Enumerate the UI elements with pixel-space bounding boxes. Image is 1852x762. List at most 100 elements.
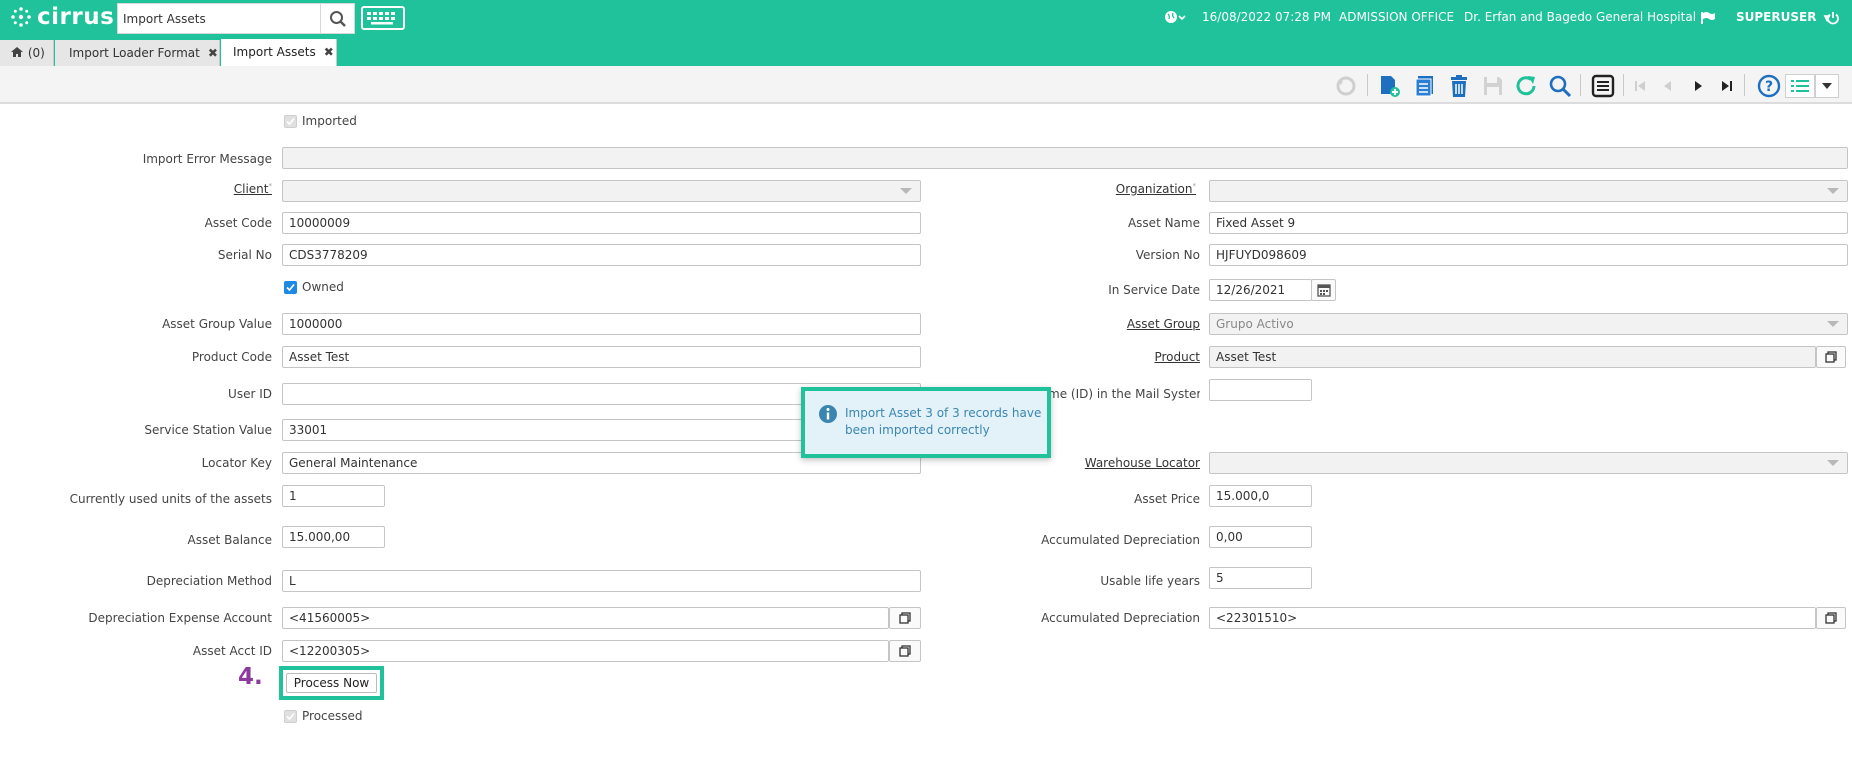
warehouse-locator-select[interactable] (1209, 452, 1848, 474)
asset-group-select[interactable]: Grupo Activo (1209, 313, 1848, 335)
asset-balance-field[interactable]: 15.000,00 (282, 526, 385, 548)
delete-button[interactable] (1447, 74, 1471, 98)
version-no-field[interactable]: HJFUYD098609 (1209, 244, 1848, 266)
flag-icon (1701, 11, 1715, 24)
dropdown-icon (1822, 83, 1832, 89)
help-button[interactable]: ? (1757, 74, 1781, 98)
user-menu[interactable]: SUPERUSER ▼ (1736, 0, 1831, 34)
mail-name-field[interactable] (1209, 379, 1312, 401)
asset-balance-label: Asset Balance (187, 533, 272, 547)
processed-checkbox[interactable]: Processed (284, 709, 363, 723)
product-code-field[interactable]: Asset Test (282, 346, 921, 368)
copy-record-button[interactable] (1413, 74, 1437, 98)
tab-home-label: (0) (27, 46, 45, 60)
asset-code-field[interactable]: 10000009 (282, 212, 921, 234)
find-button[interactable] (1548, 74, 1572, 98)
tab-bar: (0) Import Loader Format ✖ Import Assets ✖ (0, 34, 1852, 67)
asset-name-field[interactable]: Fixed Asset 9 (1209, 212, 1848, 234)
refresh-button[interactable] (1514, 74, 1538, 98)
dep-method-field[interactable]: L (282, 570, 921, 592)
global-search (117, 3, 355, 34)
chevron-down-icon (1827, 188, 1839, 194)
cirrus-logo-icon (11, 7, 31, 27)
accum-dep-acct-field[interactable]: <22301510> (1209, 607, 1816, 629)
copy-icon (899, 645, 911, 657)
imported-checkbox[interactable]: Imported (284, 114, 357, 128)
previous-record-icon (1664, 81, 1671, 91)
chevron-down-icon (1827, 321, 1839, 327)
grid-toggle-button[interactable] (1591, 74, 1615, 98)
undo-button[interactable] (1334, 74, 1358, 98)
organization-select[interactable] (1209, 180, 1848, 202)
tab-import-loader-format[interactable]: Import Loader Format ✖ (55, 40, 220, 66)
units-used-label: Currently used units of the assets (69, 492, 272, 506)
chevron-down-icon (1827, 460, 1839, 466)
first-record-button[interactable] (1628, 74, 1652, 98)
menu-dropdown-button[interactable] (1815, 74, 1839, 98)
asset-group-value-label: Asset Group Value (162, 317, 272, 331)
hospital-text[interactable]: Dr. Erfan and Bagedo General Hospital (1464, 0, 1696, 34)
last-record-button[interactable] (1715, 74, 1739, 98)
asset-acct-field[interactable]: <12200305> (282, 640, 889, 662)
serial-no-field[interactable]: CDS3778209 (282, 244, 921, 266)
owned-checkbox[interactable]: Owned (284, 280, 344, 294)
save-icon (1484, 77, 1502, 95)
keyboard-icon (367, 12, 395, 25)
units-used-field[interactable]: 1 (282, 485, 385, 507)
calendar-button[interactable] (1311, 279, 1336, 301)
mail-name-label: me (ID) in the Mail System (1048, 387, 1200, 401)
datetime-text: 16/08/2022 07:28 PM (1202, 10, 1331, 24)
tab-label: Import Loader Format (69, 46, 200, 60)
tab-import-assets[interactable]: Import Assets ✖ (221, 39, 337, 67)
tab-label: Import Assets (233, 45, 316, 59)
asset-group-value-field[interactable]: 1000000 (282, 313, 921, 335)
product-lookup-button[interactable] (1816, 346, 1846, 368)
logout-button[interactable] (1826, 0, 1840, 34)
asset-price-field[interactable]: 15.000,0 (1209, 485, 1312, 507)
close-icon[interactable]: ✖ (208, 46, 218, 60)
new-record-button[interactable] (1377, 74, 1401, 98)
dep-expense-field[interactable]: <41560005> (282, 607, 889, 629)
accum-dep-field[interactable]: 0,00 (1209, 526, 1312, 548)
office-text[interactable]: ADMISSION OFFICE (1339, 0, 1454, 34)
process-now-button[interactable]: Process Now (286, 673, 377, 693)
next-record-button[interactable] (1686, 74, 1710, 98)
asset-acct-lookup-button[interactable] (889, 640, 921, 662)
close-icon[interactable]: ✖ (324, 45, 334, 59)
globe-icon (1165, 11, 1186, 23)
client-select[interactable] (282, 180, 921, 202)
logo-text: cirrus (37, 4, 115, 30)
cirrus-logo[interactable]: cirrus (9, 3, 114, 31)
accum-dep-acct-label: Accumulated Depreciation (1041, 611, 1200, 625)
menu-list-icon (1791, 80, 1809, 92)
notifications-flag[interactable] (1700, 0, 1716, 34)
version-no-label: Version No (1135, 248, 1200, 262)
client-label: Client* (233, 182, 272, 196)
import-notification[interactable]: Import Asset 3 of 3 records have been im… (801, 387, 1051, 458)
checkbox-box (284, 114, 297, 128)
product-field[interactable]: Asset Test (1209, 346, 1816, 368)
accum-dep-acct-lookup-button[interactable] (1816, 607, 1846, 629)
user-id-label: User ID (228, 387, 272, 401)
usable-life-field[interactable]: 5 (1209, 567, 1312, 589)
menu-list-button[interactable] (1785, 74, 1815, 98)
search-button[interactable] (320, 4, 354, 33)
asset-name-label: Asset Name (1127, 216, 1200, 230)
save-button[interactable] (1481, 74, 1505, 98)
copy-icon (1825, 351, 1837, 363)
language-selector[interactable] (1164, 9, 1186, 28)
home-icon (10, 46, 28, 60)
product-code-label: Product Code (191, 350, 272, 364)
keyboard-button[interactable] (361, 6, 405, 30)
delete-icon (1451, 75, 1467, 97)
dep-expense-lookup-button[interactable] (889, 607, 921, 629)
tab-home[interactable]: (0) (0, 40, 54, 66)
find-icon (1549, 75, 1572, 98)
in-service-date-field[interactable]: 12/26/2021 (1209, 279, 1312, 301)
accum-dep-label: Accumulated Depreciation (1041, 533, 1200, 547)
search-input[interactable] (118, 4, 320, 33)
info-icon (819, 405, 837, 423)
warehouse-locator-label: Warehouse Locator (1084, 456, 1200, 470)
previous-record-button[interactable] (1656, 74, 1680, 98)
search-icon (329, 10, 346, 27)
